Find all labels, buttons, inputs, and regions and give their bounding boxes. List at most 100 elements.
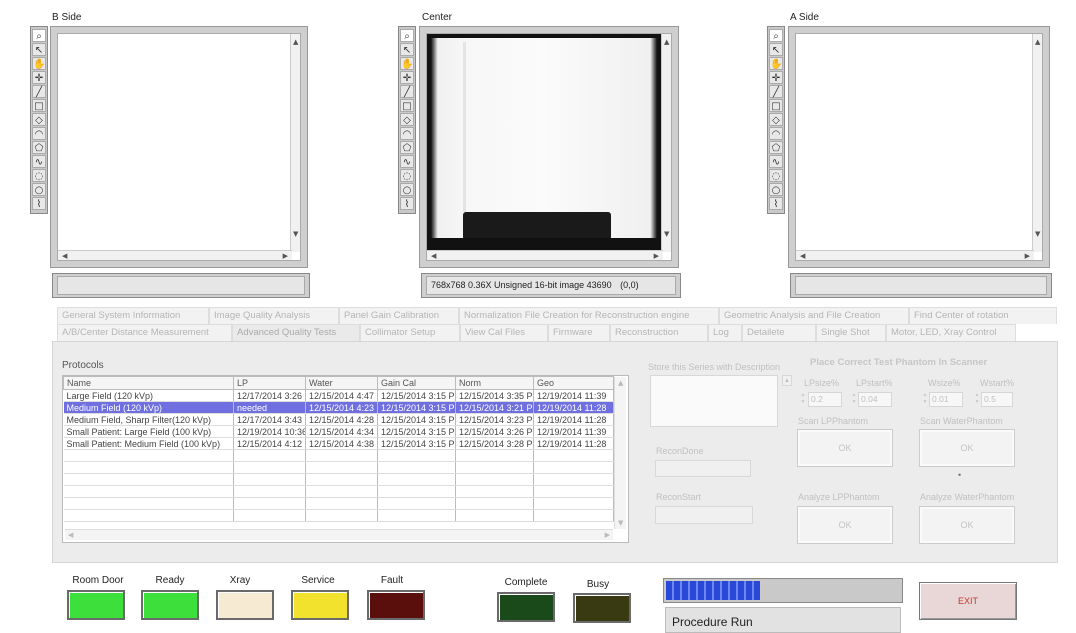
b-side-horizontal-scrollbar[interactable]: ◀ ▶	[58, 250, 292, 260]
empty-table-row[interactable]	[63, 449, 614, 462]
crosshair-icon[interactable]: ✛	[769, 71, 783, 84]
line-icon[interactable]: ╱	[769, 85, 783, 98]
scan-lp-phantom-button[interactable]: OK	[797, 429, 893, 467]
polygon-icon[interactable]: ⬠	[769, 141, 783, 154]
column-header-norm[interactable]: Norm	[455, 376, 534, 390]
protocols-table[interactable]: Name LP Water Gain Cal Norm Geo Large Fi…	[62, 375, 629, 543]
tab-geometric-analysis[interactable]: Geometric Analysis and File Creation	[719, 307, 909, 324]
a-side-vertical-scrollbar[interactable]: ▲ ▼	[1032, 34, 1042, 252]
analyze-water-phantom-button[interactable]: OK	[919, 506, 1015, 544]
tab-panel-gain-calibration[interactable]: Panel Gain Calibration	[339, 307, 459, 324]
table-row[interactable]: Small Patient: Large Field (100 kVp) 12/1…	[63, 425, 614, 438]
center-horizontal-scrollbar[interactable]: ◀ ▶	[427, 250, 663, 260]
lpstart-input[interactable]: 0.04	[858, 392, 892, 407]
table-row[interactable]: Medium Field, Sharp Filter(120 kVp) 12/17…	[63, 413, 614, 426]
scan-water-phantom-button[interactable]: OK	[919, 429, 1015, 467]
tab-reconstruction[interactable]: Reconstruction	[610, 324, 708, 341]
freehand-region-icon[interactable]: ◌	[32, 169, 46, 182]
oval-icon[interactable]: ○	[32, 183, 46, 196]
rectangle-icon[interactable]: □	[769, 99, 783, 112]
protocols-horizontal-scrollbar[interactable]: ◀ ▶	[65, 529, 613, 540]
pan-icon[interactable]: ✋	[769, 57, 783, 70]
column-header-name[interactable]: Name	[63, 376, 234, 390]
b-side-image-area[interactable]: ▲ ▼ ◀ ▶	[57, 33, 301, 261]
pan-icon[interactable]: ✋	[32, 57, 46, 70]
empty-table-row[interactable]	[63, 473, 614, 486]
empty-table-row[interactable]	[63, 497, 614, 510]
a-side-image-area[interactable]: ▲ ▼ ◀ ▶	[795, 33, 1043, 261]
tab-general-system-information[interactable]: General System Information	[57, 307, 209, 324]
annulus-icon[interactable]: ◠	[400, 127, 414, 140]
polygon-icon[interactable]: ⬠	[400, 141, 414, 154]
column-header-water[interactable]: Water	[305, 376, 378, 390]
rotated-rectangle-icon[interactable]: ◇	[32, 113, 46, 126]
lpsize-input[interactable]: 0.2	[808, 392, 842, 407]
wstart-input[interactable]: 0.5	[981, 392, 1013, 407]
freehand-icon[interactable]: ∿	[400, 155, 414, 168]
annulus-icon[interactable]: ◠	[769, 127, 783, 140]
annulus-icon[interactable]: ◠	[32, 127, 46, 140]
table-row[interactable]: Large Field (120 kVp) 12/17/2014 3:26 12/1…	[63, 389, 614, 402]
center-image-area[interactable]: ▲ ▼ ◀ ▶	[426, 33, 672, 261]
center-image-display[interactable]: ▲ ▼ ◀ ▶	[419, 26, 679, 268]
tab-image-quality-analysis[interactable]: Image Quality Analysis	[209, 307, 339, 324]
empty-table-row[interactable]	[63, 485, 614, 498]
protocols-vertical-scrollbar[interactable]: ▲ ▼	[614, 377, 626, 529]
tab-advanced-quality-tests[interactable]: Advanced Quality Tests	[232, 324, 360, 342]
tab-motor-led-xray-control[interactable]: Motor, LED, Xray Control	[886, 324, 1016, 341]
line-icon[interactable]: ╱	[32, 85, 46, 98]
zoom-icon[interactable]: ⌕	[769, 29, 783, 42]
column-header-gain-cal[interactable]: Gain Cal	[377, 376, 456, 390]
rectangle-icon[interactable]: □	[400, 99, 414, 112]
oval-icon[interactable]: ○	[769, 183, 783, 196]
freehand-icon[interactable]: ∿	[32, 155, 46, 168]
center-vertical-scrollbar[interactable]: ▲ ▼	[661, 34, 671, 252]
table-row[interactable]: Medium Field (120 kVp) needed 12/15/2014 4…	[63, 401, 614, 414]
series-description-input[interactable]	[650, 375, 778, 427]
b-side-image-display[interactable]: ▲ ▼ ◀ ▶	[50, 26, 308, 268]
tab-single-shot[interactable]: Single Shot	[816, 324, 886, 341]
tab-abcenter-distance[interactable]: A/B/Center Distance Measurement	[57, 324, 232, 341]
tab-detailete[interactable]: Detailete	[742, 324, 816, 341]
tab-find-center-of-rotation[interactable]: Find Center of rotation	[909, 307, 1057, 324]
broken-line-icon[interactable]: ⌇	[400, 197, 414, 210]
empty-table-row[interactable]	[63, 509, 614, 522]
freehand-region-icon[interactable]: ◌	[400, 169, 414, 182]
zoom-icon[interactable]: ⌕	[400, 29, 414, 42]
lpsize-spinner-icon[interactable]: ▲ ▼	[800, 392, 806, 407]
pointer-icon[interactable]: ↖	[769, 43, 783, 56]
a-side-image-display[interactable]: ▲ ▼ ◀ ▶	[788, 26, 1050, 268]
description-scroll-button[interactable]: ▲	[782, 375, 792, 386]
column-header-geo[interactable]: Geo	[533, 376, 614, 390]
a-side-horizontal-scrollbar[interactable]: ◀ ▶	[796, 250, 1034, 260]
broken-line-icon[interactable]: ⌇	[769, 197, 783, 210]
rotated-rectangle-icon[interactable]: ◇	[400, 113, 414, 126]
freehand-region-icon[interactable]: ◌	[769, 169, 783, 182]
column-header-lp[interactable]: LP	[233, 376, 306, 390]
exit-button[interactable]: EXIT	[919, 582, 1017, 620]
tab-view-cal-files[interactable]: View Cal Files	[460, 324, 548, 341]
rotated-rectangle-icon[interactable]: ◇	[769, 113, 783, 126]
line-icon[interactable]: ╱	[400, 85, 414, 98]
pointer-icon[interactable]: ↖	[32, 43, 46, 56]
wsize-spinner-icon[interactable]: ▲ ▼	[922, 392, 928, 407]
oval-icon[interactable]: ○	[400, 183, 414, 196]
table-row[interactable]: Small Patient: Medium Field (100 kVp) 12/…	[63, 437, 614, 450]
tab-firmware[interactable]: Firmware	[548, 324, 610, 341]
broken-line-icon[interactable]: ⌇	[32, 197, 46, 210]
tab-normalization-file-creation[interactable]: Normalization File Creation for Reconstr…	[459, 307, 719, 324]
crosshair-icon[interactable]: ✛	[400, 71, 414, 84]
lpstart-spinner-icon[interactable]: ▲ ▼	[851, 392, 857, 407]
b-side-vertical-scrollbar[interactable]: ▲ ▼	[290, 34, 300, 252]
wstart-spinner-icon[interactable]: ▲ ▼	[974, 392, 980, 407]
rectangle-icon[interactable]: □	[32, 99, 46, 112]
analyze-lp-phantom-button[interactable]: OK	[797, 506, 893, 544]
pan-icon[interactable]: ✋	[400, 57, 414, 70]
wsize-input[interactable]: 0.01	[929, 392, 963, 407]
empty-table-row[interactable]	[63, 461, 614, 474]
pointer-icon[interactable]: ↖	[400, 43, 414, 56]
tab-collimator-setup[interactable]: Collimator Setup	[360, 324, 460, 341]
freehand-icon[interactable]: ∿	[769, 155, 783, 168]
polygon-icon[interactable]: ⬠	[32, 141, 46, 154]
tab-log[interactable]: Log	[708, 324, 742, 341]
